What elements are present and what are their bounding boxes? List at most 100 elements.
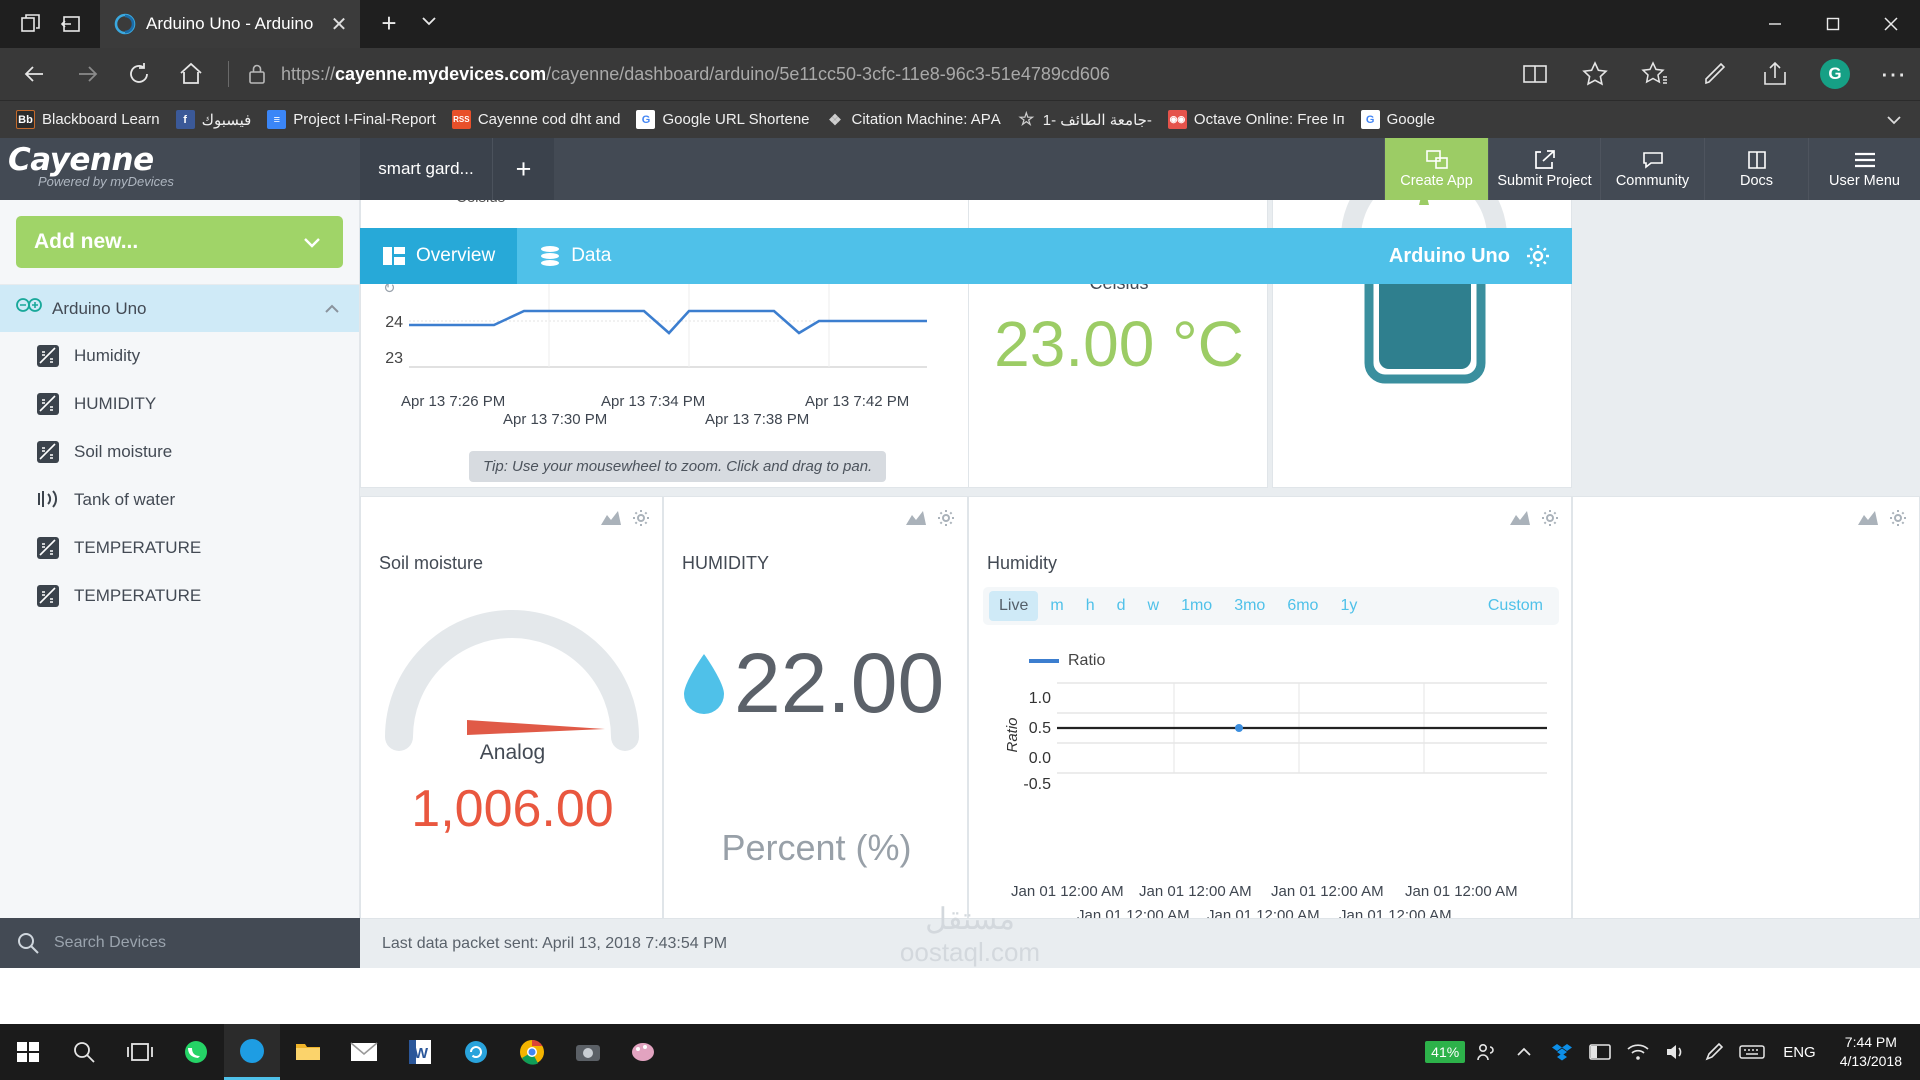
bookmark-item[interactable]: ☆ جامعة الطائف -1- xyxy=(1017,109,1152,129)
search-input[interactable]: Search Devices xyxy=(54,934,166,952)
bookmark-item[interactable]: RSS Cayenne cod dht and xyxy=(451,110,620,129)
more-icon[interactable]: ⋯ xyxy=(1876,57,1910,91)
humidity-chart-title: Humidity xyxy=(987,553,1058,573)
address-bar[interactable]: https://cayenne.mydevices.com/cayenne/da… xyxy=(267,64,1492,85)
tab-overview[interactable]: Overview xyxy=(360,228,518,284)
camera-icon[interactable] xyxy=(560,1024,616,1080)
project-tab[interactable]: smart gard... xyxy=(360,138,492,200)
gauge-sublabel: Analog xyxy=(479,741,546,764)
range-m[interactable]: m xyxy=(1040,591,1073,621)
bookmark-item[interactable]: G Google xyxy=(1360,110,1435,129)
sidebar-item-soil-moisture[interactable]: Soil moisture xyxy=(0,428,359,476)
profile-icon[interactable]: G xyxy=(1820,59,1850,89)
browser-tab[interactable]: Arduino Uno - Arduino ✕ xyxy=(100,0,360,48)
new-tab-button[interactable]: + xyxy=(372,8,406,40)
nav-create-app[interactable]: Create App xyxy=(1384,138,1488,200)
maximize-button[interactable] xyxy=(1804,0,1862,48)
chart-legend: Ratio xyxy=(1029,652,1105,670)
back-arrow-icon[interactable] xyxy=(18,57,52,91)
chart-icon[interactable] xyxy=(600,509,622,527)
set-aside-tabs-icon[interactable] xyxy=(58,11,84,37)
reading-view-icon[interactable] xyxy=(1518,57,1552,91)
web-notes-icon[interactable] xyxy=(1698,57,1732,91)
gear-icon[interactable] xyxy=(632,509,650,527)
pen-icon[interactable] xyxy=(1697,1032,1731,1072)
bookmark-item[interactable]: Bb Blackboard Learn xyxy=(16,110,160,129)
favorites-hub-icon[interactable] xyxy=(1638,57,1672,91)
chart-icon[interactable] xyxy=(1857,509,1879,527)
add-project-button[interactable]: + xyxy=(492,138,554,200)
edge-icon[interactable] xyxy=(224,1024,280,1080)
bookmarks-overflow-chevron-down-icon[interactable] xyxy=(1882,108,1906,132)
minimize-button[interactable] xyxy=(1746,0,1804,48)
range-w[interactable]: w xyxy=(1138,591,1170,621)
humidity-line-chart[interactable]: 1.0 0.5 0.0 -0.5 Ratio xyxy=(999,675,1559,805)
wifi-icon[interactable] xyxy=(1621,1032,1655,1072)
windows-start-icon[interactable] xyxy=(0,1024,56,1080)
nav-label: User Menu xyxy=(1829,172,1900,189)
sidebar-item-temperature-1[interactable]: TEMPERATURE xyxy=(0,524,359,572)
range-3mo[interactable]: 3mo xyxy=(1224,591,1275,621)
nav-community[interactable]: Community xyxy=(1600,138,1704,200)
bookmark-item[interactable]: ❖ Citation Machine: APА xyxy=(826,110,1000,129)
tab-preview-icon[interactable] xyxy=(18,11,44,37)
bookmark-item[interactable]: G Google URL Shortene xyxy=(636,110,810,129)
sync-icon[interactable] xyxy=(448,1024,504,1080)
chart-icon[interactable] xyxy=(1509,509,1531,527)
show-hidden-icons-chevron-up-icon[interactable] xyxy=(1507,1032,1541,1072)
task-view-icon[interactable] xyxy=(112,1024,168,1080)
volume-icon[interactable] xyxy=(1659,1032,1693,1072)
add-new-button[interactable]: Add new... xyxy=(16,216,343,268)
sidebar-item-humidity[interactable]: Humidity xyxy=(0,332,359,380)
people-icon[interactable] xyxy=(1469,1032,1503,1072)
nav-user-menu[interactable]: User Menu xyxy=(1808,138,1920,200)
gear-icon[interactable] xyxy=(937,509,955,527)
soil-moisture-gauge[interactable] xyxy=(377,607,647,757)
share-icon[interactable] xyxy=(1758,57,1792,91)
range-live[interactable]: Live xyxy=(989,591,1039,621)
range-1y[interactable]: 1y xyxy=(1330,591,1367,621)
search-icon[interactable] xyxy=(56,1024,112,1080)
home-icon[interactable] xyxy=(174,57,208,91)
word-icon[interactable]: W xyxy=(392,1024,448,1080)
dropbox-icon[interactable] xyxy=(1545,1032,1579,1072)
gear-icon[interactable] xyxy=(1526,244,1550,268)
battery-badge[interactable]: 41% xyxy=(1425,1041,1466,1063)
sidebar-item-temperature-2[interactable]: TEMPERATURE xyxy=(0,572,359,620)
range-custom[interactable]: Custom xyxy=(1488,597,1553,615)
paint-icon[interactable] xyxy=(616,1024,672,1080)
bookmark-item[interactable]: ◉◉ Octave Online: Free Iп xyxy=(1167,110,1345,129)
search-devices-bar[interactable]: Search Devices xyxy=(0,918,360,968)
tab-close-icon[interactable]: ✕ xyxy=(328,12,350,37)
bookmark-item[interactable]: ≡ Project I-Final-Report xyxy=(267,110,436,129)
gear-icon[interactable] xyxy=(1541,509,1559,527)
tab-data[interactable]: Data xyxy=(517,228,633,284)
whatsapp-icon[interactable] xyxy=(168,1024,224,1080)
bookmark-item[interactable]: f فيسبوك xyxy=(175,110,251,129)
sidebar-item-humidity-upper[interactable]: HUMIDITY xyxy=(0,380,359,428)
close-window-button[interactable] xyxy=(1862,0,1920,48)
clock[interactable]: 7:44 PM 4/13/2018 xyxy=(1830,1033,1912,1071)
chevron-up-icon[interactable] xyxy=(321,298,343,320)
chevron-down-icon[interactable] xyxy=(418,10,452,38)
favorite-star-icon[interactable] xyxy=(1578,57,1612,91)
file-explorer-icon[interactable] xyxy=(280,1024,336,1080)
language-indicator[interactable]: ENG xyxy=(1773,1044,1826,1061)
forward-arrow-icon[interactable] xyxy=(70,57,104,91)
action-center-icon[interactable] xyxy=(1583,1032,1617,1072)
chart-icon[interactable] xyxy=(905,509,927,527)
gear-icon[interactable] xyxy=(1889,509,1907,527)
refresh-icon[interactable] xyxy=(122,57,156,91)
sidebar-item-tank-of-water[interactable]: Tank of water xyxy=(0,476,359,524)
keyboard-icon[interactable] xyxy=(1735,1032,1769,1072)
cayenne-logo[interactable]: Cayenne Powered by myDevices xyxy=(8,142,174,189)
nav-docs[interactable]: Docs xyxy=(1704,138,1808,200)
range-1mo[interactable]: 1mo xyxy=(1171,591,1222,621)
nav-submit-project[interactable]: Submit Project xyxy=(1488,138,1600,200)
range-h[interactable]: h xyxy=(1076,591,1105,621)
range-d[interactable]: d xyxy=(1107,591,1136,621)
sidebar-item-arduino-uno[interactable]: Arduino Uno xyxy=(0,284,359,332)
range-6mo[interactable]: 6mo xyxy=(1277,591,1328,621)
mail-icon[interactable] xyxy=(336,1024,392,1080)
chrome-icon[interactable] xyxy=(504,1024,560,1080)
